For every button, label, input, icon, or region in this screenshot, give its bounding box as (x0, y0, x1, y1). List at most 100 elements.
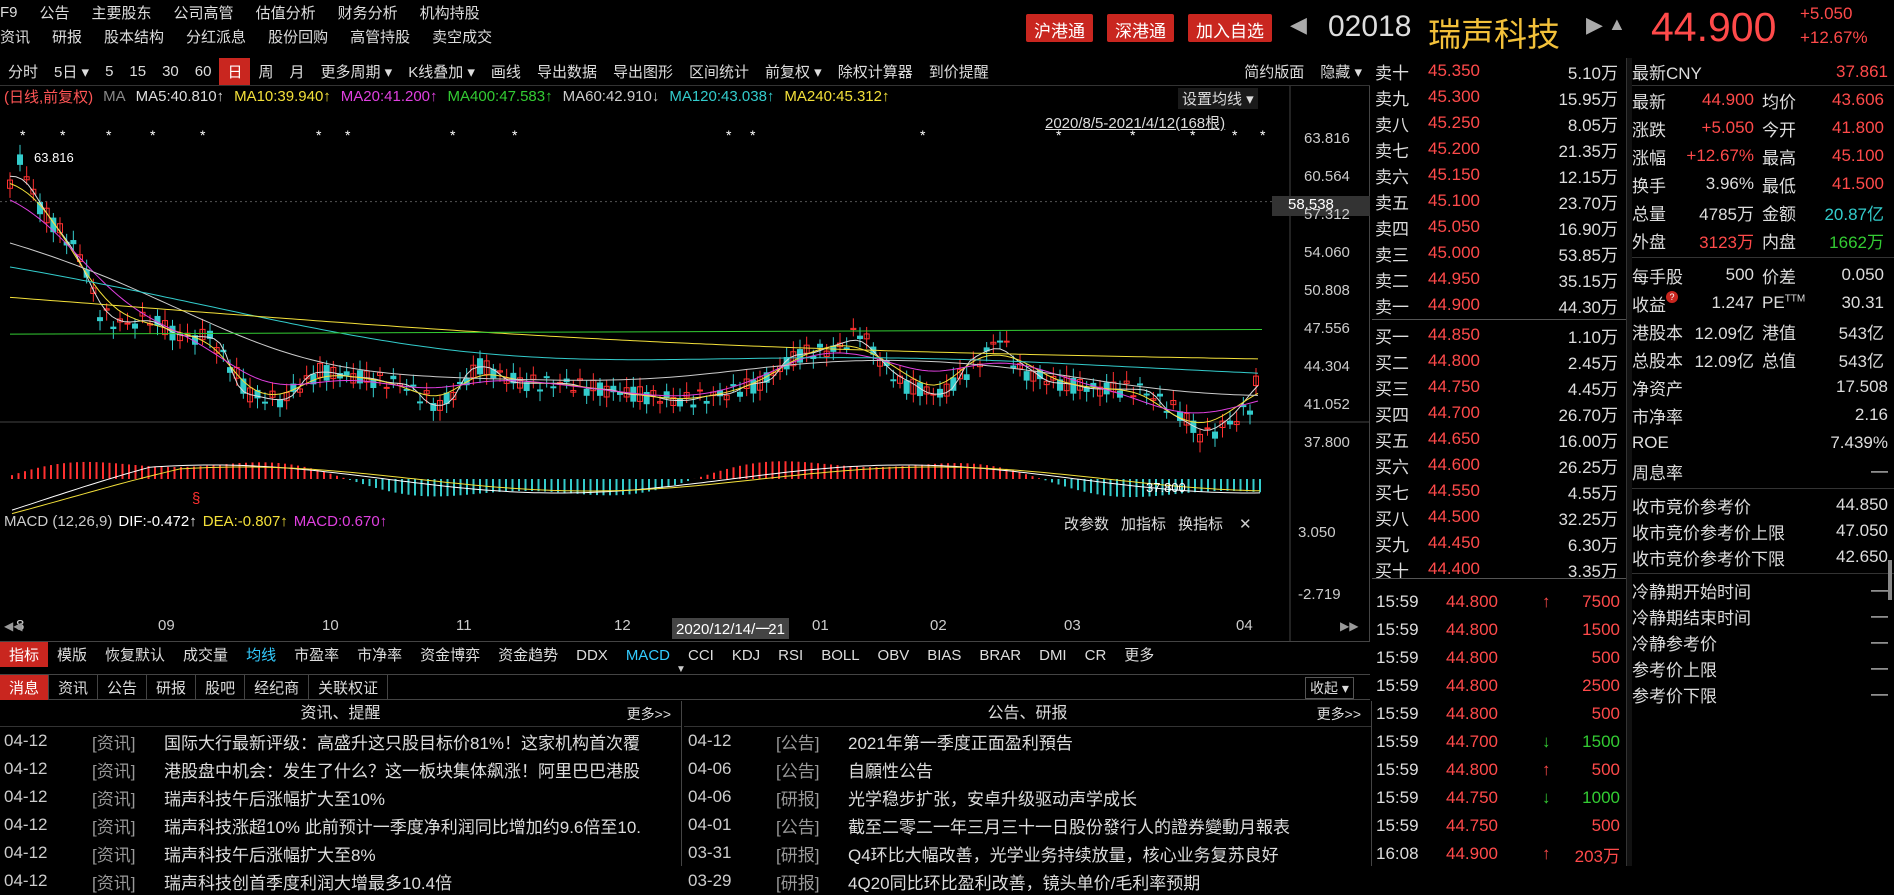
news-row[interactable]: 04-12 [资讯] 瑞声科技创首季度利润大增最多10.4倍 (0, 867, 681, 895)
toolbar-item[interactable]: 5 (97, 60, 121, 83)
menu-item[interactable]: 研报 (52, 26, 82, 47)
toolbar-item[interactable]: 导出数据 (529, 58, 605, 85)
indicator-tab[interactable]: 模版 (48, 642, 96, 667)
indicator-tab[interactable]: 更多 (1115, 642, 1163, 667)
indicator-tab[interactable]: CCI (679, 645, 723, 666)
menu-item[interactable]: 机构持股 (420, 2, 480, 23)
info-icon[interactable]: ? (1666, 290, 1678, 303)
news-row[interactable]: 04-12 [资讯] 瑞声科技午后涨幅扩大至8% (0, 839, 681, 867)
news-row[interactable]: 04-12 [资讯] 国际大行最新评级：高盛升这只股目标价81%！这家机构首次覆 (0, 727, 681, 755)
news-row[interactable]: 04-12 [公告] 2021年第一季度正面盈利預告 (684, 727, 1371, 755)
news-tab[interactable]: 公告 (98, 675, 148, 700)
news-row[interactable]: 04-12 [资讯] 瑞声科技涨超10% 此前预计一季度净利润同比增加约9.6倍至1… (0, 811, 681, 839)
menu-item[interactable]: 股份回购 (268, 26, 328, 47)
news-title[interactable]: 国际大行最新评级：高盛升这只股目标价81%！这家机构首次覆 (164, 729, 640, 754)
toolbar-item[interactable]: 60 (187, 60, 220, 83)
toolbar-item[interactable]: 更多周期 ▾ (313, 58, 401, 85)
news-row[interactable]: 04-06 [公告] 自願性公告 (684, 755, 1371, 783)
toolbar-item[interactable]: 到价提醒 (921, 58, 997, 85)
toolbar-item[interactable]: 月 (282, 58, 313, 85)
indicator-tab[interactable]: BIAS (918, 645, 970, 666)
toolbar-item[interactable]: 日 (219, 58, 251, 85)
pin-icon[interactable]: ▲ (1608, 14, 1626, 35)
prev-stock-icon[interactable]: ◀ (1290, 12, 1307, 38)
news-right-more-link[interactable]: 更多>> (1317, 701, 1361, 727)
menu-item[interactable]: F9 (0, 4, 18, 21)
news-left-more-link[interactable]: 更多>> (627, 701, 671, 727)
news-tab[interactable]: 关联权证 (309, 675, 389, 700)
indicator-tab[interactable]: 资金博弈 (411, 642, 489, 667)
toolbar-item[interactable]: 5日 ▾ (46, 58, 97, 85)
news-tab[interactable]: 资讯 (49, 675, 99, 700)
news-title[interactable]: 自願性公告 (848, 757, 933, 782)
toolbar-item[interactable]: 前复权 ▾ (757, 58, 830, 85)
indicator-tab[interactable]: MACD (617, 645, 679, 666)
indicator-tab[interactable]: KDJ (723, 645, 769, 666)
macd-button[interactable]: 换指标 (1178, 513, 1223, 534)
toolbar-item[interactable]: 区间统计 (681, 58, 757, 85)
news-tab[interactable]: 消息 (0, 675, 50, 700)
news-tab[interactable]: 研报 (147, 675, 197, 700)
indicator-tab[interactable]: RSI (769, 645, 812, 666)
news-row[interactable]: 03-31 [研报] Q4环比大幅改善，光学业务持续放量，核心业务复苏良好 (684, 839, 1371, 867)
news-tab[interactable]: 经纪商 (245, 675, 310, 700)
news-row[interactable]: 04-12 [资讯] 港股盘中机会：发生了什么？这一板块集体飙涨！阿里巴巴港股 (0, 755, 681, 783)
toolbar-item[interactable]: 30 (154, 60, 187, 83)
macd-button[interactable]: 加指标 (1121, 513, 1166, 534)
toolbar-item[interactable]: 15 (121, 60, 154, 83)
indicator-tab[interactable]: 均线 (237, 642, 285, 667)
kline-chart-area[interactable]: * * * * * * * * * * * * * * * * * (0, 86, 1370, 642)
toolbar-item[interactable]: 分时 (0, 58, 46, 85)
indicator-tab[interactable]: DMI (1030, 645, 1076, 666)
macd-button[interactable]: 改参数 (1064, 513, 1109, 534)
news-title[interactable]: 光学稳步扩张，安卓升级驱动声学成长 (848, 785, 1137, 810)
menu-item[interactable]: 股本结构 (104, 26, 164, 47)
news-title[interactable]: 瑞声科技创首季度利润大增最多10.4倍 (164, 869, 452, 894)
news-title[interactable]: 截至二零二一年三月三十一日股份發行人的證券變動月報表 (848, 813, 1290, 838)
news-row[interactable]: 04-06 [研报] 光学稳步扩张，安卓升级驱动声学成长 (684, 783, 1371, 811)
menu-item[interactable]: 高管持股 (350, 26, 410, 47)
news-tab[interactable]: 股吧 (196, 675, 246, 700)
menu-item[interactable]: 公司高管 (174, 2, 234, 23)
indicator-tab[interactable]: 成交量 (174, 642, 237, 667)
add-watchlist-button[interactable]: 加入自选 (1188, 14, 1272, 42)
event-marker[interactable]: § (192, 490, 200, 507)
toolbar-item[interactable]: 周 (250, 58, 281, 85)
toolbar-item[interactable]: 除权计算器 (830, 58, 921, 85)
news-row[interactable]: 04-01 [公告] 截至二零二一年三月三十一日股份發行人的證券變動月報表 (684, 811, 1371, 839)
news-row[interactable]: 03-29 [研报] 4Q20同比环比盈利改善，镜头单价/毛利率预期 (684, 867, 1371, 895)
menu-item[interactable]: 分红派息 (186, 26, 246, 47)
menu-item[interactable]: 资讯 (0, 26, 30, 47)
indicator-tab[interactable]: BOLL (812, 645, 868, 666)
indicator-tab[interactable]: DDX (567, 645, 617, 666)
indicator-tab[interactable]: 市盈率 (285, 642, 348, 667)
collapse-button[interactable]: 收起 ▾ (1305, 677, 1354, 699)
news-title[interactable]: 瑞声科技涨超10% 此前预计一季度净利润同比增加约9.6倍至10. (164, 813, 641, 838)
close-icon[interactable]: ✕ (1239, 515, 1252, 533)
indicator-tab[interactable]: OBV (869, 645, 919, 666)
news-title[interactable]: 4Q20同比环比盈利改善，镜头单价/毛利率预期 (848, 869, 1200, 894)
indicator-tab[interactable]: 指标 (0, 642, 49, 667)
stats-scrollbar[interactable] (1888, 560, 1892, 600)
hk-sh-connect-button[interactable]: 沪港通 (1026, 14, 1093, 42)
next-stock-icon[interactable]: ▶ (1586, 12, 1603, 38)
toolbar-item[interactable]: 画线 (483, 58, 529, 85)
news-title[interactable]: 瑞声科技午后涨幅扩大至10% (164, 785, 385, 810)
scroll-right-icon[interactable]: ▶▶ (1340, 619, 1358, 633)
news-title[interactable]: Q4环比大幅改善，光学业务持续放量，核心业务复苏良好 (848, 841, 1279, 866)
menu-item[interactable]: 估值分析 (256, 2, 316, 23)
news-title[interactable]: 港股盘中机会：发生了什么？这一板块集体飙涨！阿里巴巴港股 (164, 757, 640, 782)
set-ma-button[interactable]: 设置均线 ▾ (1178, 88, 1258, 109)
toolbar-item[interactable]: K线叠加 ▾ (400, 58, 483, 85)
hk-sz-connect-button[interactable]: 深港通 (1107, 14, 1174, 42)
news-title[interactable]: 瑞声科技午后涨幅扩大至8% (164, 841, 376, 866)
indicator-tab[interactable]: 恢复默认 (96, 642, 174, 667)
indicator-tab[interactable]: BRAR (970, 645, 1030, 666)
scroll-left-icon[interactable]: ◀◀ (4, 619, 22, 633)
toolbar-right-item[interactable]: 简约版面 (1236, 58, 1312, 85)
indicator-tab[interactable]: CR (1076, 645, 1116, 666)
indicator-tab[interactable]: 资金趋势 (489, 642, 567, 667)
menu-item[interactable]: 财务分析 (338, 2, 398, 23)
news-title[interactable]: 2021年第一季度正面盈利預告 (848, 729, 1073, 754)
menu-item[interactable]: 主要股东 (92, 2, 152, 23)
